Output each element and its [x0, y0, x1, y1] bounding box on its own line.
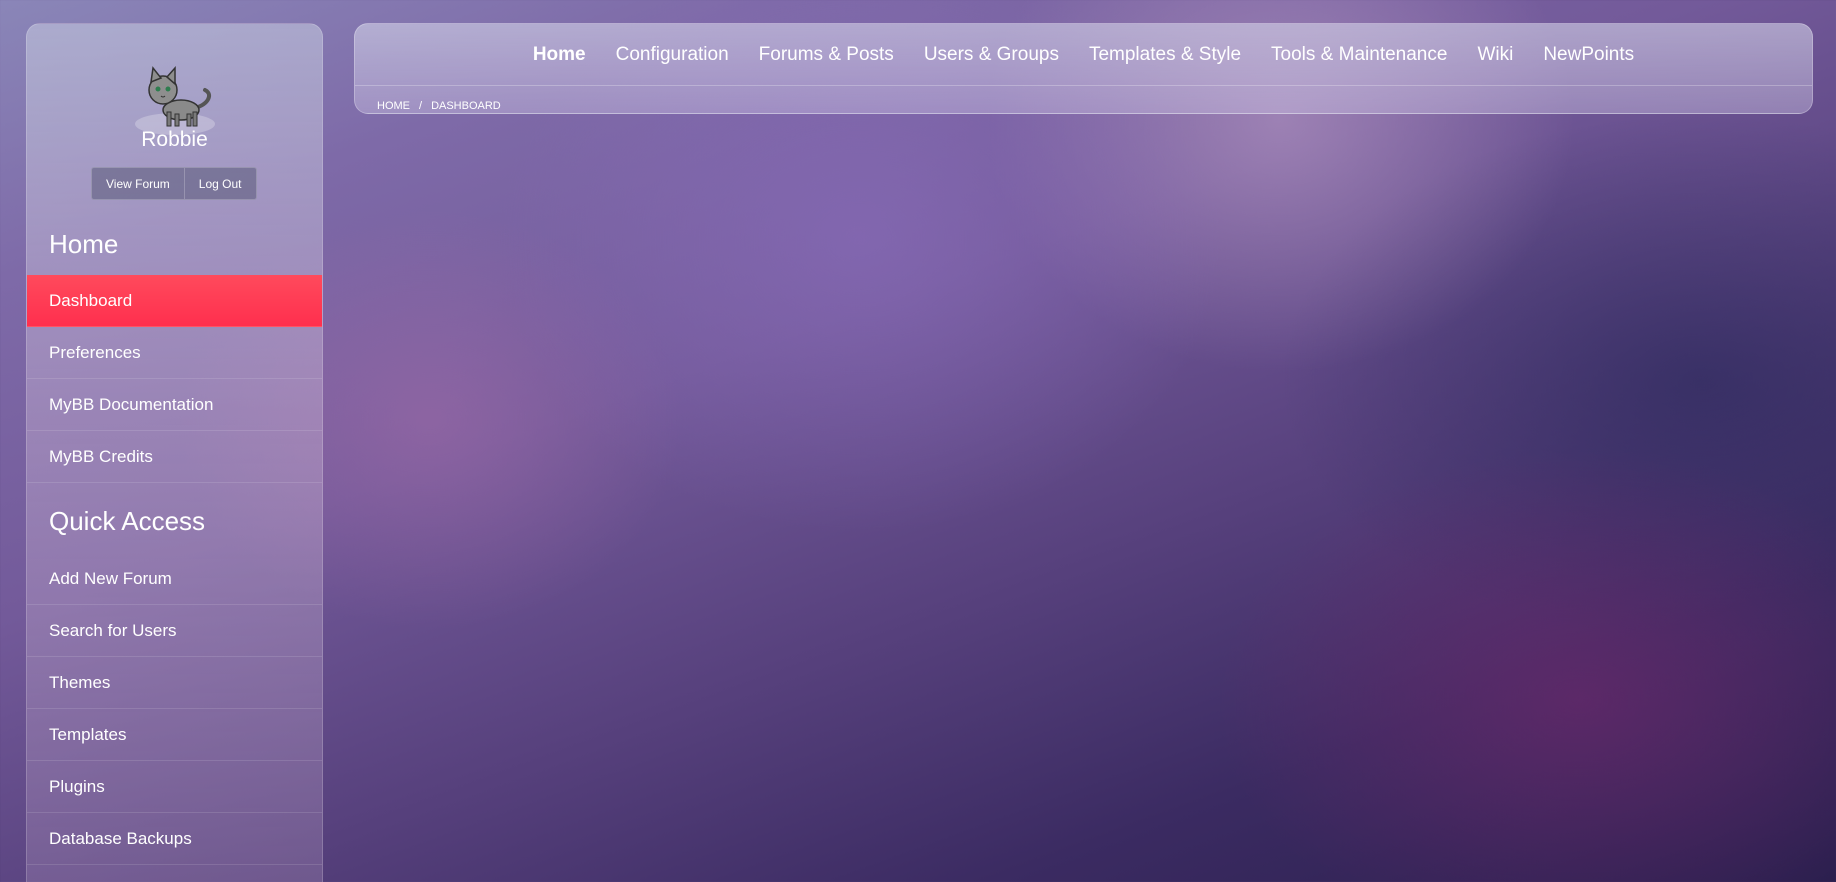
view-forum-button[interactable]: View Forum	[92, 168, 184, 199]
nav-configuration[interactable]: Configuration	[616, 44, 729, 66]
user-button-group: View Forum Log Out	[91, 167, 257, 200]
nav-newpoints[interactable]: NewPoints	[1543, 44, 1634, 66]
nav-users-groups[interactable]: Users & Groups	[924, 44, 1059, 66]
breadcrumb-home[interactable]: Home	[377, 100, 410, 112]
sidebar-item-search-for-users[interactable]: Search for Users	[27, 605, 322, 657]
nav-templates-style[interactable]: Templates & Style	[1089, 44, 1241, 66]
home-menu: Dashboard Preferences MyBB Documentation…	[27, 275, 322, 483]
sidebar-item-add-new-forum[interactable]: Add New Forum	[27, 553, 322, 605]
sidebar-item-preferences[interactable]: Preferences	[27, 327, 322, 379]
sidebar-item-mybb-documentation[interactable]: MyBB Documentation	[27, 379, 322, 431]
main-nav: Home Configuration Forums & Posts Users …	[355, 24, 1812, 86]
nav-wiki[interactable]: Wiki	[1477, 44, 1513, 66]
sidebar-item-themes[interactable]: Themes	[27, 657, 322, 709]
quick-access-section-heading: Quick Access	[49, 506, 206, 536]
sidebar-item-plugins[interactable]: Plugins	[27, 761, 322, 813]
nav-forums-posts[interactable]: Forums & Posts	[759, 44, 894, 66]
sidebar: Robbie View Forum Log Out Home Dashboard…	[26, 23, 323, 882]
home-section-heading: Home	[49, 229, 119, 259]
cat-avatar-icon[interactable]	[131, 46, 219, 138]
user-name: Robbie	[141, 128, 208, 151]
top-navigation-bar: Home Configuration Forums & Posts Users …	[354, 23, 1813, 114]
nav-home[interactable]: Home	[533, 44, 586, 66]
sidebar-item-dashboard[interactable]: Dashboard	[27, 275, 322, 327]
nav-tools-maintenance[interactable]: Tools & Maintenance	[1271, 44, 1447, 66]
breadcrumb: Home / Dashboard	[377, 100, 501, 112]
sidebar-item-database-backups[interactable]: Database Backups	[27, 813, 322, 865]
breadcrumb-current: Dashboard	[431, 100, 501, 112]
quick-access-menu: Add New Forum Search for Users Themes Te…	[27, 553, 322, 865]
breadcrumb-separator: /	[419, 100, 423, 112]
sidebar-item-templates[interactable]: Templates	[27, 709, 322, 761]
sidebar-item-mybb-credits[interactable]: MyBB Credits	[27, 431, 322, 483]
log-out-button[interactable]: Log Out	[183, 168, 256, 199]
